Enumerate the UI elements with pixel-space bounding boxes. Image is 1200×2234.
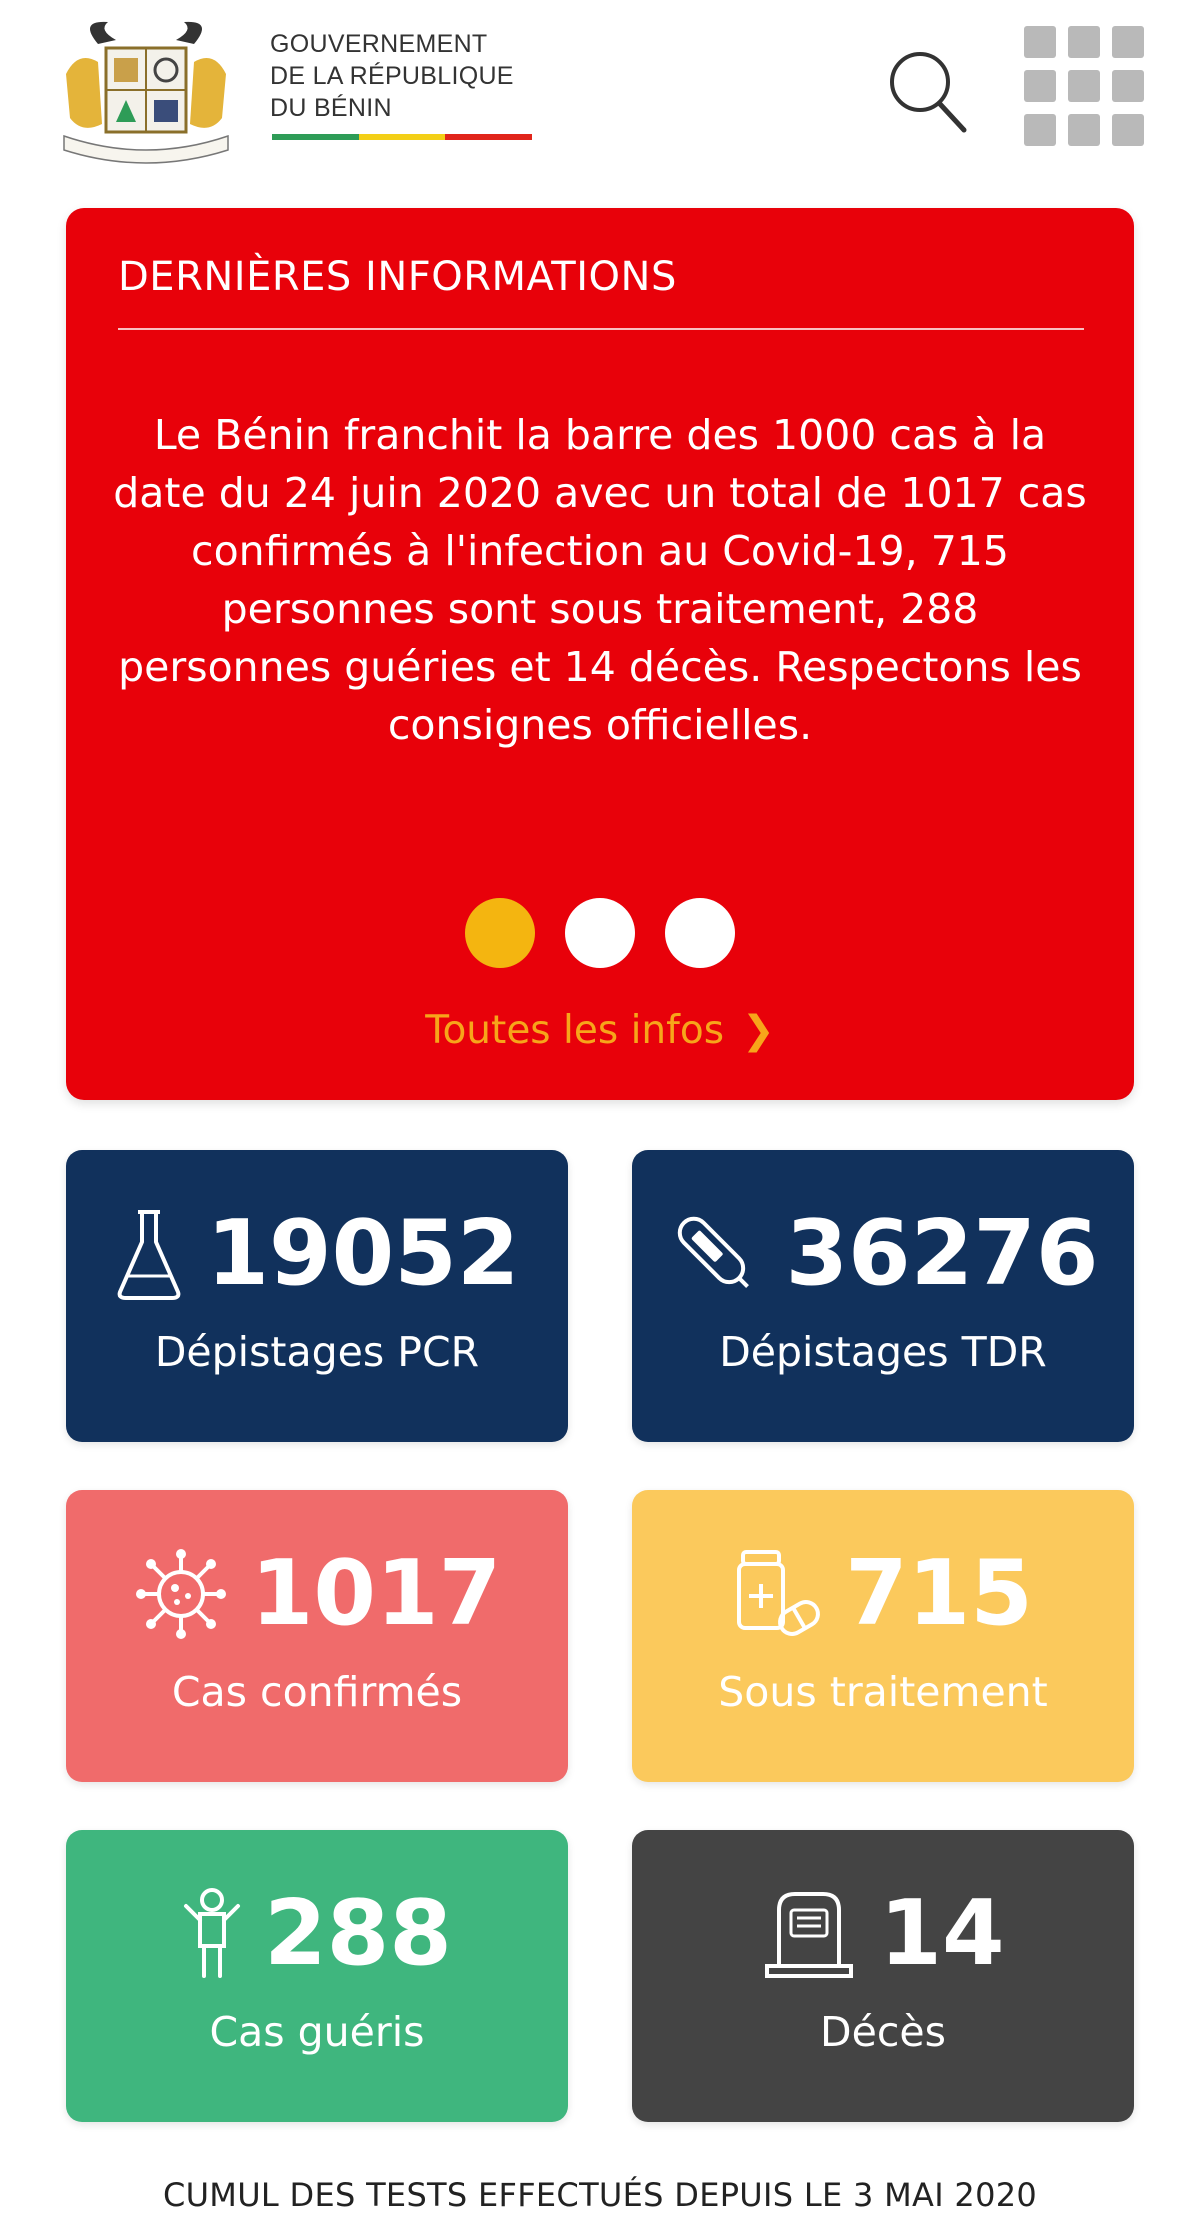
carousel-pagination	[66, 898, 1134, 968]
grid-icon	[1024, 114, 1056, 146]
tombstone-icon	[765, 1892, 854, 1978]
deaths-label: Décès	[820, 2008, 946, 2056]
stat-card-confirmed-cases[interactable]: 1017 Cas confirmés	[66, 1490, 568, 1782]
stat-card-deaths[interactable]: 14 Décès	[632, 1830, 1134, 2122]
grid-icon	[1112, 70, 1144, 102]
person-recovered-icon	[184, 1888, 241, 1978]
benin-coat-of-arms-logo[interactable]	[58, 14, 234, 164]
under-treatment-value: 715	[845, 1541, 1033, 1646]
confirmed-cases-value: 1017	[250, 1541, 502, 1646]
flag-red-segment	[445, 134, 533, 140]
tdr-tests-label: Dépistages TDR	[719, 1328, 1047, 1376]
grid-icon	[1068, 114, 1100, 146]
news-divider	[118, 328, 1084, 330]
flag-green-segment	[272, 134, 359, 140]
government-title: GOUVERNEMENT DE LA RÉPUBLIQUE DU BÉNIN	[270, 28, 570, 124]
app-header: GOUVERNEMENT DE LA RÉPUBLIQUE DU BÉNIN	[0, 0, 1200, 180]
virus-icon	[135, 1549, 226, 1639]
flag-color-bar	[272, 134, 533, 140]
pcr-tests-label: Dépistages PCR	[154, 1328, 480, 1376]
grid-icon	[1068, 26, 1100, 58]
medicine-icon	[737, 1550, 820, 1636]
carousel-dot-1[interactable]	[465, 898, 535, 968]
grid-icon	[1024, 70, 1056, 102]
all-news-link[interactable]: Toutes les infos ❯	[66, 1008, 1134, 1053]
carousel-dot-3[interactable]	[665, 898, 735, 968]
grid-icon	[1112, 26, 1144, 58]
chevron-right-icon: ❯	[742, 1008, 775, 1053]
title-line-2: DE LA RÉPUBLIQUE	[270, 62, 514, 90]
stat-card-pcr-tests[interactable]: 19052 Dépistages PCR	[66, 1150, 568, 1442]
title-line-3: DU BÉNIN	[270, 94, 392, 122]
flag-yellow-segment	[358, 134, 446, 140]
stat-card-recovered-cases[interactable]: 288 Cas guéris	[66, 1830, 568, 2122]
apps-menu-button[interactable]	[1024, 26, 1146, 150]
flask-icon	[118, 1210, 181, 1300]
grid-icon	[1112, 114, 1144, 146]
search-icon	[890, 52, 967, 133]
deaths-value: 14	[879, 1881, 1005, 1986]
stat-card-under-treatment[interactable]: 715 Sous traitement	[632, 1490, 1134, 1782]
recovered-cases-label: Cas guéris	[209, 2008, 425, 2056]
under-treatment-label: Sous traitement	[718, 1668, 1048, 1716]
confirmed-cases-label: Cas confirmés	[171, 1668, 463, 1716]
carousel-dot-2[interactable]	[565, 898, 635, 968]
search-button[interactable]	[882, 40, 972, 140]
tdr-tests-value: 36276	[785, 1201, 1099, 1306]
title-line-1: GOUVERNEMENT	[270, 30, 488, 58]
pcr-tests-value: 19052	[206, 1201, 520, 1306]
recovered-cases-value: 288	[264, 1881, 452, 1986]
grid-icon	[1068, 70, 1100, 102]
grid-icon	[1024, 26, 1056, 58]
news-heading: DERNIÈRES INFORMATIONS	[118, 254, 677, 300]
stat-card-tdr-tests[interactable]: 36276 Dépistages TDR	[632, 1150, 1134, 1442]
latest-news-carousel[interactable]: DERNIÈRES INFORMATIONS Le Bénin franchit…	[66, 208, 1134, 1100]
thermometer-icon	[678, 1216, 750, 1288]
tests-cumulative-note: CUMUL DES TESTS EFFECTUÉS DEPUIS LE 3 MA…	[162, 2176, 1038, 2214]
all-news-link-label: Toutes les infos	[425, 1008, 725, 1053]
news-body-text: Le Bénin franchit la barre des 1000 cas …	[113, 411, 1087, 749]
